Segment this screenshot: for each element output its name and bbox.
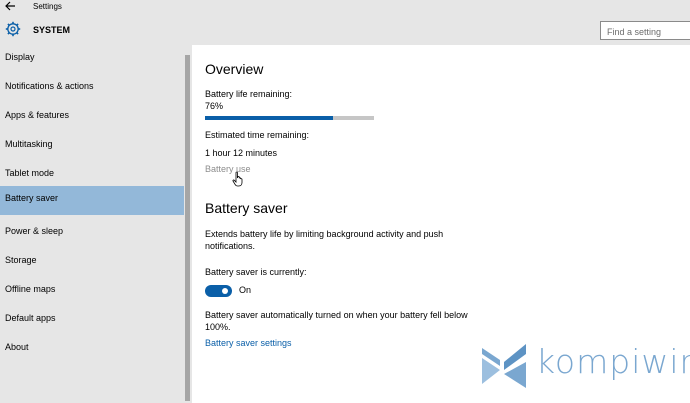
battery-saver-status-label: Battery saver is currently: [205,267,307,277]
gear-icon [5,21,21,37]
page-header: SYSTEM [0,16,690,45]
estimated-time-value: 1 hour 12 minutes [205,148,278,158]
sidebar-item-battery-saver[interactable]: Battery saver [0,186,184,215]
sidebar-item-power-sleep[interactable]: Power & sleep [0,219,184,248]
battery-percent: 76% [205,101,224,111]
hand-cursor-icon [232,171,243,187]
sidebar-item-notifications[interactable]: Notifications & actions [0,74,184,103]
scroll-thumb[interactable] [185,55,190,401]
sidebar-item-default-apps[interactable]: Default apps [0,306,184,335]
sidebar: Display Notifications & actions Apps & f… [0,45,192,403]
search-input[interactable] [607,24,690,40]
kompiwin-logo-icon [482,344,526,388]
sidebar-item-storage[interactable]: Storage [0,248,184,277]
sidebar-item-apps-features[interactable]: Apps & features [0,103,184,132]
sidebar-item-about[interactable]: About [0,335,184,364]
toggle-state-label: On [239,285,252,295]
sidebar-item-offline-maps[interactable]: Offline maps [0,277,184,306]
back-button[interactable] [4,0,22,14]
estimated-time-label: Estimated time remaining: [205,130,310,140]
back-arrow-icon [5,1,15,11]
battery-saver-toggle[interactable] [205,285,232,297]
battery-saver-settings-link[interactable]: Battery saver settings [205,338,292,348]
sidebar-item-display[interactable]: Display [0,45,184,74]
sidebar-scrollbar[interactable] [184,45,192,403]
section-title: SYSTEM [33,25,71,35]
sidebar-item-multitasking[interactable]: Multitasking [0,132,184,161]
battery-progress-fill [205,116,334,120]
battery-saver-heading: Battery saver [205,200,288,216]
battery-life-label: Battery life remaining: [205,89,293,99]
search-box[interactable] [600,21,690,40]
auto-on-note: Battery saver automatically turned on wh… [205,310,468,332]
battery-progress-bar [205,116,374,120]
title-bar: Settings [0,0,690,16]
watermark-text: kompiwin [536,342,690,381]
battery-saver-description: Extends battery life by limiting backgro… [205,229,444,251]
toggle-knob [222,288,228,294]
window-title: Settings [33,2,62,11]
overview-heading: Overview [205,61,264,77]
